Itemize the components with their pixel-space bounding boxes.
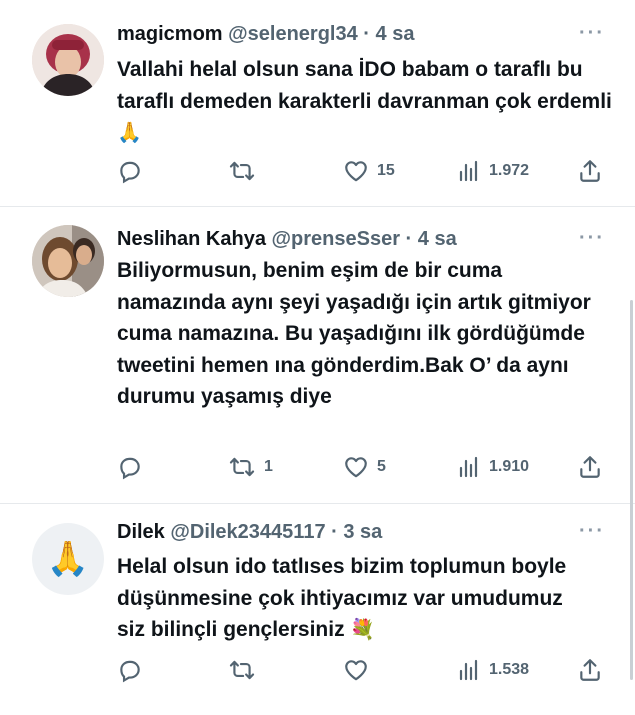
emoji: 💐 [350, 619, 376, 641]
retweet-button[interactable] [228, 657, 264, 683]
view-count: 1.910 [489, 458, 530, 475]
share-button[interactable] [577, 454, 603, 480]
retweet-icon [229, 457, 255, 477]
tweet-2[interactable]: Neslihan Kahya @prenseSser · 4 sa ··· Bi… [0, 207, 635, 504]
avatar[interactable] [32, 24, 104, 96]
share-icon [580, 659, 600, 681]
retweet-button[interactable] [228, 158, 264, 184]
views-icon [459, 160, 478, 182]
user-handle[interactable]: @Dilek23445117 [170, 521, 325, 543]
user-handle[interactable]: @selenergl34 [228, 23, 358, 45]
tweet-header: Dilek @Dilek23445117 · 3 sa [117, 519, 382, 545]
like-count: 5 [377, 458, 386, 475]
retweet-icon [229, 161, 255, 181]
separator: · [325, 521, 344, 543]
action-bar: 1 5 1.910 [117, 454, 607, 484]
avatar-photo-icon [32, 225, 104, 297]
views-button[interactable]: 1.910 [457, 454, 529, 480]
share-button[interactable] [577, 158, 603, 184]
tweet-text-content: Helal olsun ido tatlıses bizim toplumun … [117, 555, 567, 641]
separator: · [399, 228, 418, 250]
tweet-text: Vallahi helal olsun sana İDO babam o tar… [117, 54, 617, 150]
views-button[interactable]: 1.538 [457, 657, 529, 683]
share-icon [580, 160, 600, 182]
tweet-header: Neslihan Kahya @prenseSser · 4 sa [117, 226, 457, 252]
more-icon[interactable]: ··· [579, 227, 605, 250]
tweet-text-content: Vallahi helal olsun sana İDO babam o tar… [117, 58, 612, 113]
tweet-text: Biliyormusun, benim eşim de bir cuma nam… [117, 255, 597, 413]
views-button[interactable]: 1.972 [457, 158, 529, 184]
share-icon [580, 456, 600, 478]
share-button[interactable] [577, 657, 603, 683]
reply-button[interactable] [117, 454, 151, 480]
avatar-emoji: 🙏 [46, 540, 90, 578]
avatar[interactable]: 🙏 [32, 523, 104, 595]
reply-icon [120, 660, 140, 683]
timestamp[interactable]: 4 sa [418, 228, 457, 250]
action-bar: 1.538 [117, 657, 607, 687]
reply-icon [120, 161, 140, 184]
tweet-text-content: Biliyormusun, benim eşim de bir cuma nam… [117, 259, 591, 408]
tweet-header: magicmom @selenergl34 · 4 sa [117, 21, 414, 47]
user-handle[interactable]: @prenseSser [272, 228, 400, 250]
reply-button[interactable] [117, 158, 151, 184]
retweet-count: 1 [264, 458, 273, 475]
like-button[interactable]: 5 [343, 454, 386, 480]
reply-button[interactable] [117, 657, 151, 683]
timestamp[interactable]: 4 sa [376, 23, 415, 45]
action-bar: 15 1.972 [117, 158, 607, 188]
tweet-1[interactable]: magicmom @selenergl34 · 4 sa ··· Vallahi… [0, 0, 635, 207]
more-icon[interactable]: ··· [579, 520, 605, 543]
more-icon[interactable]: ··· [579, 22, 605, 45]
like-icon [345, 660, 367, 681]
like-icon [345, 161, 367, 182]
avatar-photo-icon [32, 24, 104, 96]
tweet-3[interactable]: 🙏 Dilek @Dilek23445117 · 3 sa ··· Helal … [0, 504, 635, 715]
display-name[interactable]: magicmom [117, 23, 223, 45]
display-name[interactable]: Dilek [117, 521, 165, 543]
views-icon [459, 456, 478, 478]
view-count: 1.538 [489, 661, 530, 678]
view-count: 1.972 [489, 162, 530, 179]
separator: · [357, 23, 376, 45]
avatar[interactable] [32, 225, 104, 297]
retweet-icon [229, 660, 255, 680]
retweet-button[interactable]: 1 [228, 454, 273, 480]
like-button[interactable] [343, 657, 377, 683]
display-name[interactable]: Neslihan Kahya [117, 228, 266, 250]
like-count: 15 [377, 162, 395, 179]
like-button[interactable]: 15 [343, 158, 395, 184]
reply-icon [120, 457, 140, 480]
emoji: 🙏 [117, 122, 142, 144]
views-icon [459, 659, 478, 681]
like-icon [345, 457, 367, 478]
timestamp[interactable]: 3 sa [343, 521, 382, 543]
scrollbar[interactable] [630, 300, 633, 680]
tweet-text: Helal olsun ido tatlıses bizim toplumun … [117, 551, 587, 647]
